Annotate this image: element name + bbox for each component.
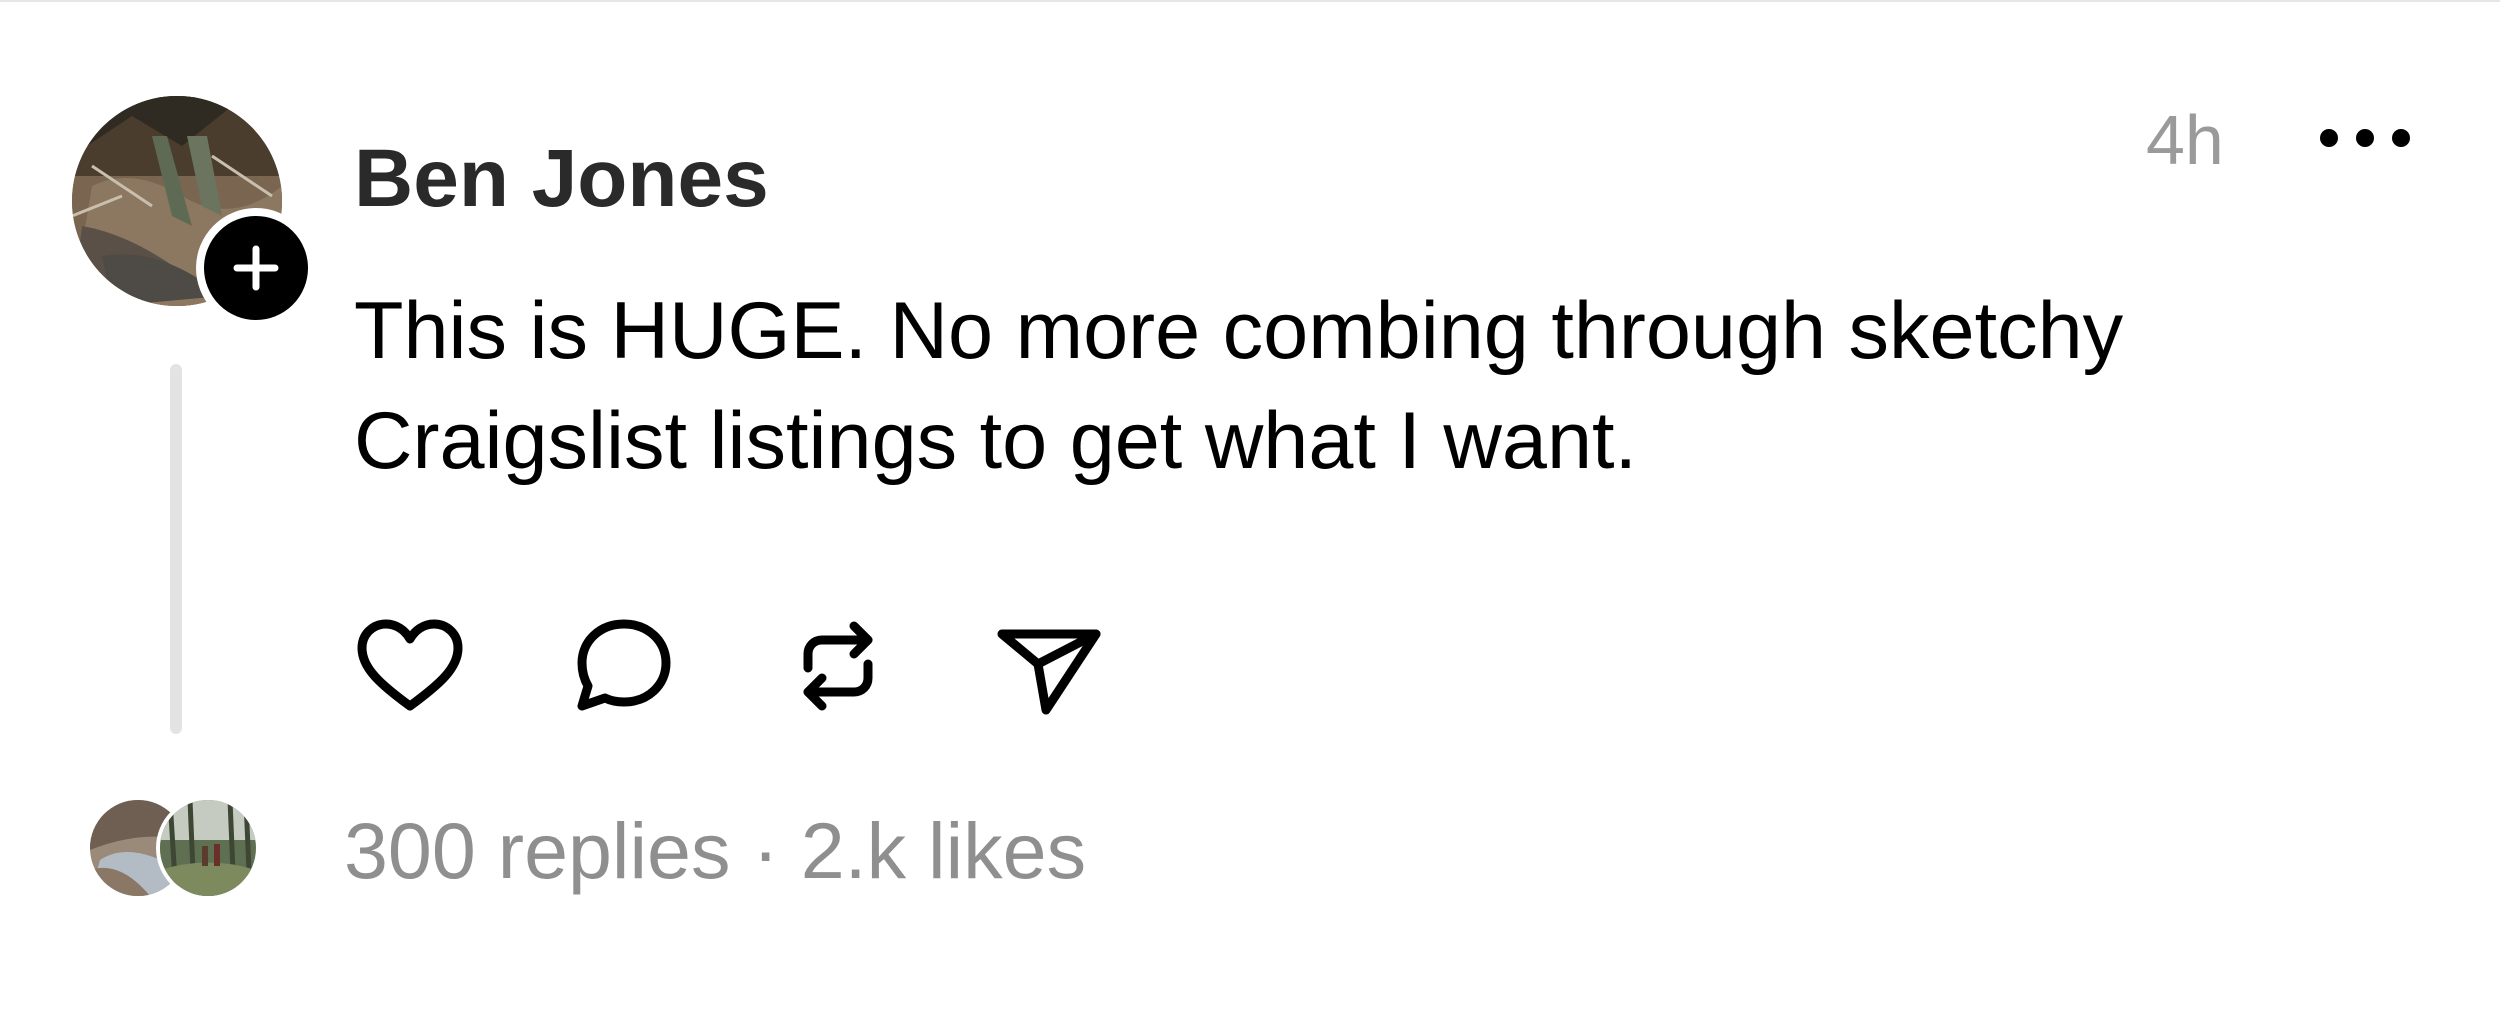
repost-button[interactable] bbox=[778, 606, 898, 726]
share-button[interactable] bbox=[988, 606, 1108, 726]
heart-icon bbox=[357, 619, 463, 711]
post-text-line: Craigslist listings to get what I want. bbox=[354, 396, 1638, 486]
post-text: This is HUGE. No more combing through sk… bbox=[354, 276, 2334, 496]
post-timestamp: 4h bbox=[2146, 101, 2224, 179]
repost-arrows-icon bbox=[803, 621, 873, 711]
paper-plane-icon bbox=[997, 629, 1101, 715]
plus-icon bbox=[233, 245, 279, 291]
reply-button[interactable] bbox=[564, 606, 684, 726]
like-button[interactable] bbox=[350, 606, 470, 726]
post-text-line: This is HUGE. No more combing through sk… bbox=[354, 286, 2124, 376]
more-options-button[interactable] bbox=[2320, 110, 2410, 166]
reply-avatar bbox=[156, 796, 260, 900]
top-divider bbox=[0, 0, 2500, 2]
author-name[interactable]: Ben Jones bbox=[354, 138, 769, 220]
thread-line bbox=[170, 364, 182, 734]
author-avatar-group[interactable] bbox=[72, 96, 316, 328]
ellipsis-icon bbox=[2320, 129, 2338, 147]
post-stats: 300 replies · 2.k likes bbox=[344, 806, 1086, 896]
follow-button[interactable] bbox=[196, 208, 316, 328]
reply-facepile[interactable] bbox=[86, 796, 266, 900]
replies-count[interactable]: 300 replies bbox=[344, 806, 730, 895]
stats-separator: · bbox=[752, 806, 779, 895]
likes-count[interactable]: 2.k likes bbox=[801, 806, 1086, 895]
speech-bubble-icon bbox=[577, 619, 671, 711]
